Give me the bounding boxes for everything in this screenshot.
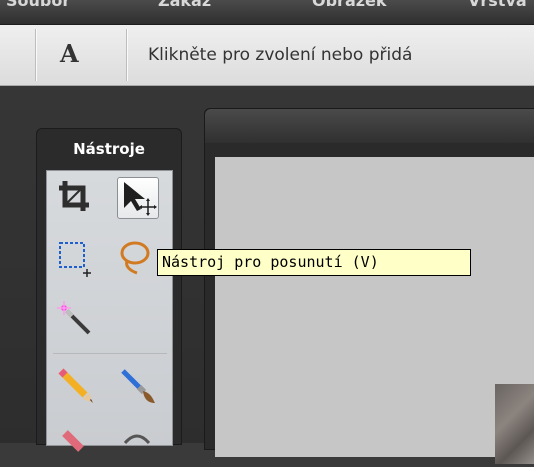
pencil-icon (58, 368, 93, 403)
tools-panel-title: Nástroje (73, 140, 145, 158)
menu-bar: Soubor Zákaz Obrázek Vrstva (0, 0, 534, 25)
brush-tool-button[interactable] (117, 365, 157, 405)
image-layer[interactable] (495, 384, 534, 464)
options-separator (126, 29, 128, 81)
marquee-tool-button[interactable] (55, 237, 95, 277)
lasso-icon (120, 241, 150, 275)
stamp-tool-button[interactable] (117, 423, 157, 463)
menu-item-file[interactable]: Soubor (6, 0, 70, 10)
crop-tool-button[interactable] (55, 177, 95, 217)
eraser-tool-button[interactable] (55, 423, 95, 463)
tools-panel: Nástroje (36, 128, 182, 452)
move-tool-button[interactable] (117, 177, 159, 219)
crop-icon (59, 181, 89, 211)
menu-item-image[interactable]: Obrázek (312, 0, 387, 10)
tools-divider (53, 353, 167, 354)
rectangle-marquee-icon (59, 242, 91, 277)
canvas-window-header[interactable] (205, 109, 534, 143)
options-hint-text: Klikněte pro zvolení nebo přidá (148, 45, 413, 65)
brush-icon (121, 369, 155, 403)
menu-item-edit[interactable]: Zákaz (158, 0, 211, 10)
move-arrow-icon (124, 182, 157, 216)
options-bar: A Klikněte pro zvolení nebo přidá (0, 25, 534, 86)
magic-wand-tool-button[interactable] (55, 299, 95, 339)
menu-item-layer[interactable]: Vrstva (468, 0, 527, 10)
stamp-icon (123, 434, 151, 445)
canvas-area[interactable] (215, 157, 534, 464)
text-tool-icon[interactable]: A (60, 39, 79, 68)
canvas-window (204, 108, 534, 464)
magic-wand-icon (57, 301, 91, 335)
tools-grid (46, 170, 173, 452)
move-tool-tooltip: Nástroj pro posunutí (V) (157, 249, 471, 276)
lasso-tool-button[interactable] (117, 237, 157, 277)
pencil-tool-button[interactable] (55, 365, 95, 405)
eraser-icon (62, 430, 84, 452)
options-separator (35, 29, 37, 81)
